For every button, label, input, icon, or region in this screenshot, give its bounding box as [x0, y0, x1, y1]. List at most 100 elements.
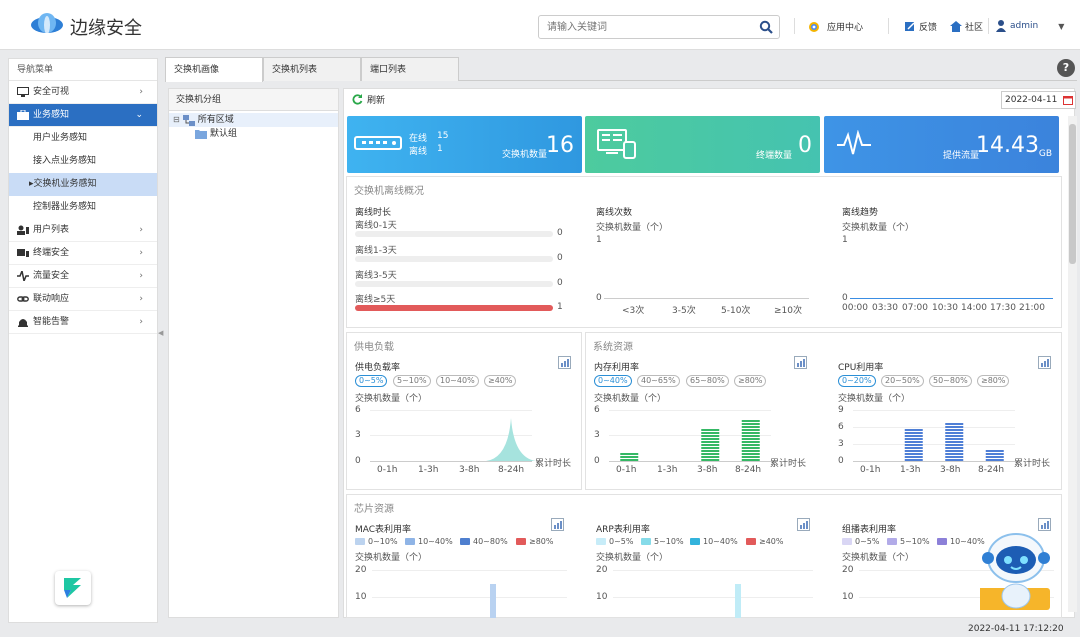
- bar-8-24h: [985, 450, 1004, 461]
- legend-item[interactable]: 5~10%: [887, 537, 930, 546]
- tab-port-list[interactable]: 端口列表: [361, 57, 459, 81]
- legend-item[interactable]: 0~5%: [596, 537, 633, 546]
- sidebar-item-business-awareness[interactable]: 业务感知 ⌄: [9, 104, 157, 127]
- chart-toggle-icon[interactable]: [794, 356, 807, 369]
- feedback-link[interactable]: 反馈: [905, 20, 937, 33]
- app-launcher-icon[interactable]: [55, 571, 91, 605]
- filter-pill[interactable]: ≥80%: [734, 375, 767, 387]
- legend-item[interactable]: 5~10%: [641, 537, 684, 546]
- sidebar-subitem-user-business[interactable]: 用户业务感知: [9, 127, 157, 150]
- tab-switch-list[interactable]: 交换机列表: [263, 57, 361, 81]
- switch-count-value: 16: [546, 133, 574, 158]
- refresh-button[interactable]: 刷新: [352, 93, 385, 106]
- axis-ylabel: 交换机数量（个）: [842, 223, 915, 233]
- sidebar-subitem-controller-business[interactable]: 控制器业务感知: [9, 196, 157, 219]
- filter-pill[interactable]: 5~10%: [393, 375, 431, 387]
- filter-pill[interactable]: 40~65%: [637, 375, 680, 387]
- chip-resources-title: 芯片资源: [354, 504, 394, 515]
- filter-pill[interactable]: 50~80%: [929, 375, 972, 387]
- folder-icon: [195, 130, 207, 139]
- help-icon[interactable]: ?: [1057, 59, 1075, 77]
- terminal-icon: [17, 249, 29, 257]
- community-link[interactable]: 社区: [950, 20, 983, 33]
- sidebar-item-user-list[interactable]: 用户列表 ›: [9, 219, 157, 242]
- traffic-wave-icon: [837, 130, 871, 155]
- legend-item[interactable]: 10~40%: [690, 537, 738, 546]
- offline-label: 离线: [409, 147, 428, 157]
- traffic-label: 提供流量: [942, 151, 979, 161]
- offline-duration-value: 0: [557, 228, 563, 238]
- offline-duration-value: 0: [557, 278, 563, 288]
- tree-node-all-areas[interactable]: ⊟ 所有区域: [169, 113, 338, 127]
- grid-line: [613, 597, 813, 598]
- x-tick: 00:00: [842, 303, 868, 313]
- user-menu[interactable]: admin ▼: [996, 20, 1064, 32]
- chart-toggle-icon[interactable]: [558, 356, 571, 369]
- refresh-icon: [352, 94, 363, 105]
- legend-item[interactable]: ≥40%: [746, 537, 783, 546]
- tree-node-default-group[interactable]: 默认组: [169, 127, 338, 141]
- y-tick: 10: [596, 592, 608, 602]
- app-center-link[interactable]: 应用中心: [808, 20, 863, 33]
- sidebar-item-traffic-security[interactable]: 流量安全 ›: [9, 265, 157, 288]
- alarm-icon: [18, 319, 28, 327]
- search-icon[interactable]: [759, 20, 773, 34]
- sidebar-item-terminal-security[interactable]: 终端安全 ›: [9, 242, 157, 265]
- scrollbar-thumb[interactable]: [1069, 124, 1076, 264]
- sidebar-subitem-switch-business[interactable]: ▸交换机业务感知: [9, 173, 157, 196]
- sidebar-collapse-handle[interactable]: ◀: [158, 322, 164, 344]
- legend-item[interactable]: 10~40%: [937, 537, 985, 546]
- legend-item[interactable]: 40~80%: [460, 537, 508, 546]
- feedback-icon: [905, 22, 915, 31]
- x-tick: 0-1h: [377, 465, 398, 475]
- legend-item[interactable]: 0~5%: [842, 537, 879, 546]
- filter-pill[interactable]: 0~20%: [838, 375, 876, 387]
- x-tick: 3-8h: [697, 465, 718, 475]
- axis-baseline: [609, 461, 771, 462]
- chart-toggle-icon[interactable]: [551, 518, 564, 531]
- filter-pill[interactable]: 65~80%: [686, 375, 729, 387]
- chart-toggle-icon[interactable]: [1038, 356, 1051, 369]
- username: admin: [1010, 21, 1039, 31]
- user-icon: [996, 20, 1006, 32]
- filter-pill[interactable]: ≥80%: [977, 375, 1010, 387]
- legend-item[interactable]: 0~10%: [355, 537, 398, 546]
- filter-pill[interactable]: 0~5%: [355, 375, 388, 387]
- search-box[interactable]: [538, 15, 780, 39]
- chevron-right-icon: ›: [139, 87, 143, 97]
- x-tick: 8-24h: [978, 465, 1005, 475]
- offline-count: 1: [437, 144, 443, 154]
- assistant-robot-icon[interactable]: [980, 530, 1052, 615]
- chevron-right-icon: ›: [139, 317, 143, 327]
- offline-overview-title: 交换机离线概况: [354, 186, 424, 197]
- tree-collapse-icon[interactable]: ⊟: [173, 113, 180, 127]
- tab-switch-profile[interactable]: 交换机画像: [165, 57, 263, 82]
- calendar-icon[interactable]: [1063, 95, 1073, 105]
- filter-pill[interactable]: 10~40%: [436, 375, 479, 387]
- x-tick: 07:00: [902, 303, 928, 313]
- filter-pill[interactable]: 0~40%: [594, 375, 632, 387]
- terminal-count-value: 0: [798, 133, 812, 158]
- sidebar-item-security-visual[interactable]: 安全可视 ›: [9, 81, 157, 104]
- legend-item[interactable]: ≥80%: [516, 537, 553, 546]
- chart-toggle-icon[interactable]: [797, 518, 810, 531]
- legend-item[interactable]: 10~40%: [405, 537, 453, 546]
- bar-0-1h: [620, 453, 639, 461]
- power-area-mark: [486, 418, 536, 461]
- y-tick: 9: [838, 405, 844, 415]
- filter-pill[interactable]: ≥40%: [484, 375, 517, 387]
- x-tick: 3-5次: [672, 306, 696, 316]
- sidebar-item-smart-alarm[interactable]: 智能告警 ›: [9, 311, 157, 334]
- sidebar-subitem-ap-business[interactable]: 接入点业务感知: [9, 150, 157, 173]
- filter-pill[interactable]: 20~50%: [881, 375, 924, 387]
- search-input[interactable]: [539, 16, 749, 38]
- chevron-down-icon[interactable]: ▼: [1058, 22, 1064, 31]
- offline-trend-title: 离线趋势: [842, 208, 879, 218]
- date-picker[interactable]: 2022-04-11: [1001, 91, 1076, 109]
- card-terminal-count: 终端数量 0: [585, 116, 820, 173]
- sidebar-item-linkage-response[interactable]: 联动响应 ›: [9, 288, 157, 311]
- axis-ylabel: 交换机数量（个）: [355, 553, 428, 563]
- x-tick: 3-8h: [940, 465, 961, 475]
- grid-line: [613, 570, 813, 571]
- axis-ylabel: 交换机数量（个）: [596, 553, 669, 563]
